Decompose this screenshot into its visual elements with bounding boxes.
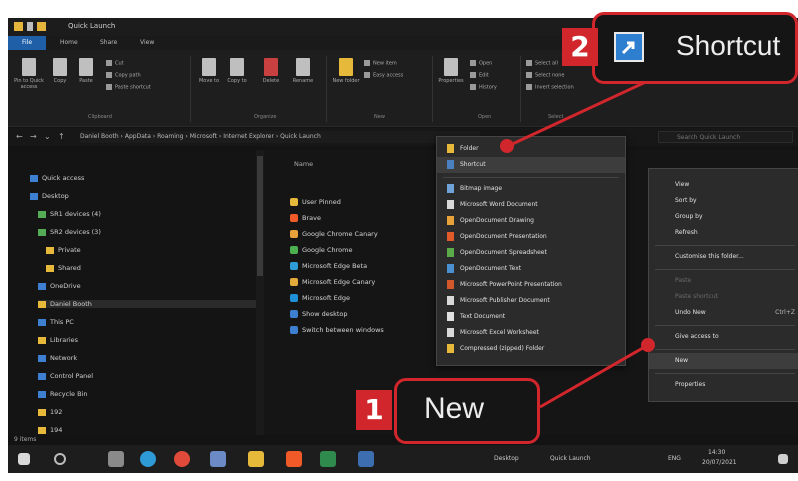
callout-number-2: 2 — [562, 28, 598, 66]
shortcut-arrow-glyph — [621, 41, 635, 55]
callout-line-new — [539, 343, 649, 409]
callout-number-1: 1 — [356, 390, 392, 430]
callout-dot-new — [641, 338, 655, 352]
callout-dot-shortcut — [500, 139, 514, 153]
callout-label-shortcut: Shortcut — [676, 30, 781, 61]
callout-line-shortcut — [507, 78, 651, 148]
screenshot-frame: Quick Launch File Home Share View Pin to… — [0, 0, 798, 481]
shortcut-arrow-icon — [614, 32, 644, 62]
callout-label-new: New — [424, 392, 485, 425]
